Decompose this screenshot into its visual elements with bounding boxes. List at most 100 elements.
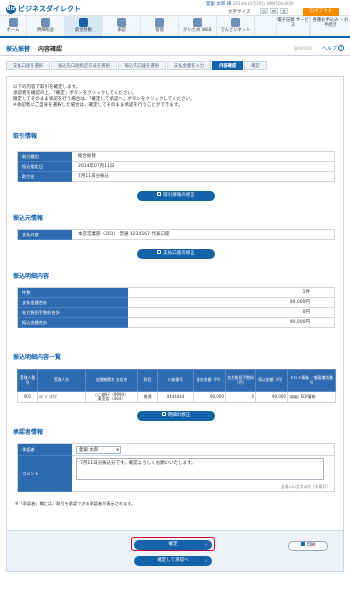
row-value: 0円 (128, 308, 335, 318)
nav-densai[interactable]: でんさいネット (217, 16, 255, 36)
row-value: 1件 (128, 288, 335, 298)
col-header: 口座番号 (157, 369, 194, 392)
row-value: 90,000円 (128, 318, 335, 328)
row-key: 取引種別 (18, 152, 72, 162)
confirm-and-approve-button[interactable]: 確定して承認へ › (134, 556, 212, 566)
cell-payee-name: ｴﾋﾞﾊﾞﾗ(ｶﾌﾞ (37, 391, 86, 403)
global-nav: ホーム 明細照会 資金移動 承認 管理 がいため WEB でんさいネット 電子記… (0, 16, 350, 38)
row-key: コメント (18, 456, 72, 492)
col-header: 受取人名 (37, 369, 86, 392)
nav-approval[interactable]: 承認 (103, 16, 141, 36)
font-small-button[interactable]: 小 (260, 8, 268, 14)
source-table: 支払口座 本店営業部（201） 普通 1234567 代表口座 (17, 229, 335, 240)
home-icon (8, 18, 18, 27)
table-row: 件数 1件 (18, 288, 335, 298)
approver-select[interactable]: 愛銀 太郎 (76, 446, 121, 454)
col-header: 科目 (137, 369, 158, 392)
section-title-details: 振込明細内容一覧 (13, 354, 62, 361)
edi-text: EDI情報 (300, 393, 316, 399)
cell-pay-amount: 90,000 (193, 391, 226, 403)
approver-note: ※「承認者」欄には、取引を承認できる承認者が表示されます。 (15, 501, 136, 506)
table-header-row: 受取人番号 受取人名 金融機関名 支店名 科目 口座番号 支払金額（円） 先方負… (17, 369, 336, 392)
edit-icon (157, 192, 162, 196)
user-info: 愛銀 太郎 様 2014年10月20日 09時50分00秒 (206, 1, 294, 7)
nav-transfer[interactable]: 資金移動 (65, 16, 103, 36)
button-label: 支払口座の修正 (163, 251, 195, 256)
edit-icon (157, 250, 162, 254)
table-row: 001 ｴﾋﾞﾊﾞﾗ(ｶﾌﾞ ○○銀行（9999） 東支店（444） 普通 444… (17, 391, 336, 403)
font-size-label: 文字サイズ (228, 10, 251, 15)
table-row: 先方負担手数料合計 0円 (18, 308, 335, 318)
table-row: 振込金額合計 90,000円 (18, 318, 335, 328)
main-panel: 以下の内容で取引を確定します。 承認者を確認の上、「確定」ボタンをクリックしてく… (6, 76, 344, 554)
nav-statements[interactable]: 明細照会 (27, 16, 65, 36)
cell-fee: 0 (225, 391, 256, 403)
col-header: 受取人番号 (17, 369, 38, 392)
chevron-right-icon: › (205, 542, 207, 548)
button-label: 明細の修正 (167, 413, 191, 418)
nav-applications[interactable]: 各種お申込み ・お手続き (310, 16, 350, 36)
confirm-button[interactable]: 確定 › (134, 540, 212, 550)
cell-account-type: 普通 (137, 391, 158, 403)
user-name: 愛銀 太郎 様 (206, 2, 232, 7)
font-medium-button[interactable]: 中 (270, 8, 278, 14)
step-indicator: 支払口座を選択 振込先口座指定方法を選択 振込先口座を選択 支払金額を入力 内容… (6, 61, 344, 70)
nav-right: 電子記録 サービス 各種お申込み ・お手続き (276, 16, 350, 36)
step-1: 支払口座を選択 (6, 61, 51, 70)
nav-gaitame-web[interactable]: がいため WEB (179, 16, 217, 36)
table-row: 支払口座 本店営業部（201） 普通 1234567 代表口座 (18, 230, 335, 240)
page-title-bar: 振込振替 内容確認 BFKF024 ヘルプ? (0, 42, 350, 56)
document-icon (41, 18, 50, 27)
font-large-button[interactable]: 大 (280, 8, 288, 14)
section-title-transaction: 取引情報 (13, 133, 38, 140)
step-6: 確定 (244, 61, 267, 70)
bank-logo[interactable]: Biz ビジネスダイレクト (6, 4, 81, 14)
nav-e-record[interactable]: 電子記録 サービス (276, 16, 310, 36)
transfer-icon (79, 18, 88, 27)
nav-label: 資金移動 (74, 28, 93, 33)
cell-edi: EDI EDI情報 (287, 391, 336, 403)
row-key: 振込指定日 (18, 162, 72, 172)
brand-name: ビジネスダイレクト (18, 5, 81, 13)
row-key: 件数 (18, 288, 128, 298)
edit-details-button[interactable]: 明細の修正 (137, 411, 215, 421)
section-title-summary: 振込明細内容 (13, 273, 50, 280)
logo-mark: Biz (6, 4, 16, 14)
network-icon (231, 18, 240, 27)
edi-badge: EDI (289, 393, 300, 400)
edit-source-account-button[interactable]: 支払口座の修正 (137, 249, 215, 259)
step-3: 振込先口座を選択 (117, 61, 167, 70)
comment-textarea[interactable]: 7月11日分振込分です。確認よろしくお願いいたします。 (76, 458, 324, 480)
button-label: 確定 (168, 542, 178, 547)
logout-button[interactable]: ログアウト (303, 8, 339, 16)
globe-icon (193, 18, 202, 27)
cell-number: 001 (17, 391, 38, 403)
screen-id: BFKF024 (294, 46, 312, 51)
row-value: 愛銀 太郎 (72, 444, 335, 456)
table-row: 取引名 7月11日分振込 (18, 172, 335, 182)
row-key: 支払金額合計 (18, 298, 128, 308)
table-row: コメント 7月11日分振込分です。確認よろしくお願いいたします。 全角120文字… (18, 456, 335, 492)
col-header: 先方負担手数料（円） (225, 369, 256, 392)
row-key: 取引名 (18, 172, 72, 182)
row-value: 本店営業部（201） 普通 1234567 代表口座 (72, 230, 335, 240)
cell-account-number: 4444444 (157, 391, 194, 403)
page-title: 内容確認 (38, 46, 63, 53)
row-key: 先方負担手数料合計 (18, 308, 128, 318)
printer-icon (300, 542, 305, 546)
edit-transaction-button[interactable]: 取引情報の修正 (137, 191, 215, 201)
intro-text: 以下の内容で取引を確定します。 承認者を確認の上、「確定」ボタンをクリックしてく… (13, 85, 333, 109)
row-key: 支払口座 (18, 230, 72, 240)
row-value: 90,000円 (128, 298, 335, 308)
col-header: ＥＤＩ情報 ／顧客識別番号 (287, 369, 336, 392)
cell-transfer-amount: 90,000 (255, 391, 288, 403)
row-value: 2014年07月11日 (72, 162, 335, 172)
help-link[interactable]: ヘルプ? (322, 45, 344, 52)
print-button[interactable]: 印刷 (288, 541, 328, 551)
nav-home[interactable]: ホーム (0, 16, 27, 36)
help-icon: ? (338, 45, 344, 51)
nav-label: がいため WEB (183, 28, 212, 33)
last-login: 2014年10月20日 09時50分00秒 (232, 1, 294, 6)
nav-admin[interactable]: 管理 (141, 16, 179, 36)
nav-label: 管理 (155, 28, 164, 33)
